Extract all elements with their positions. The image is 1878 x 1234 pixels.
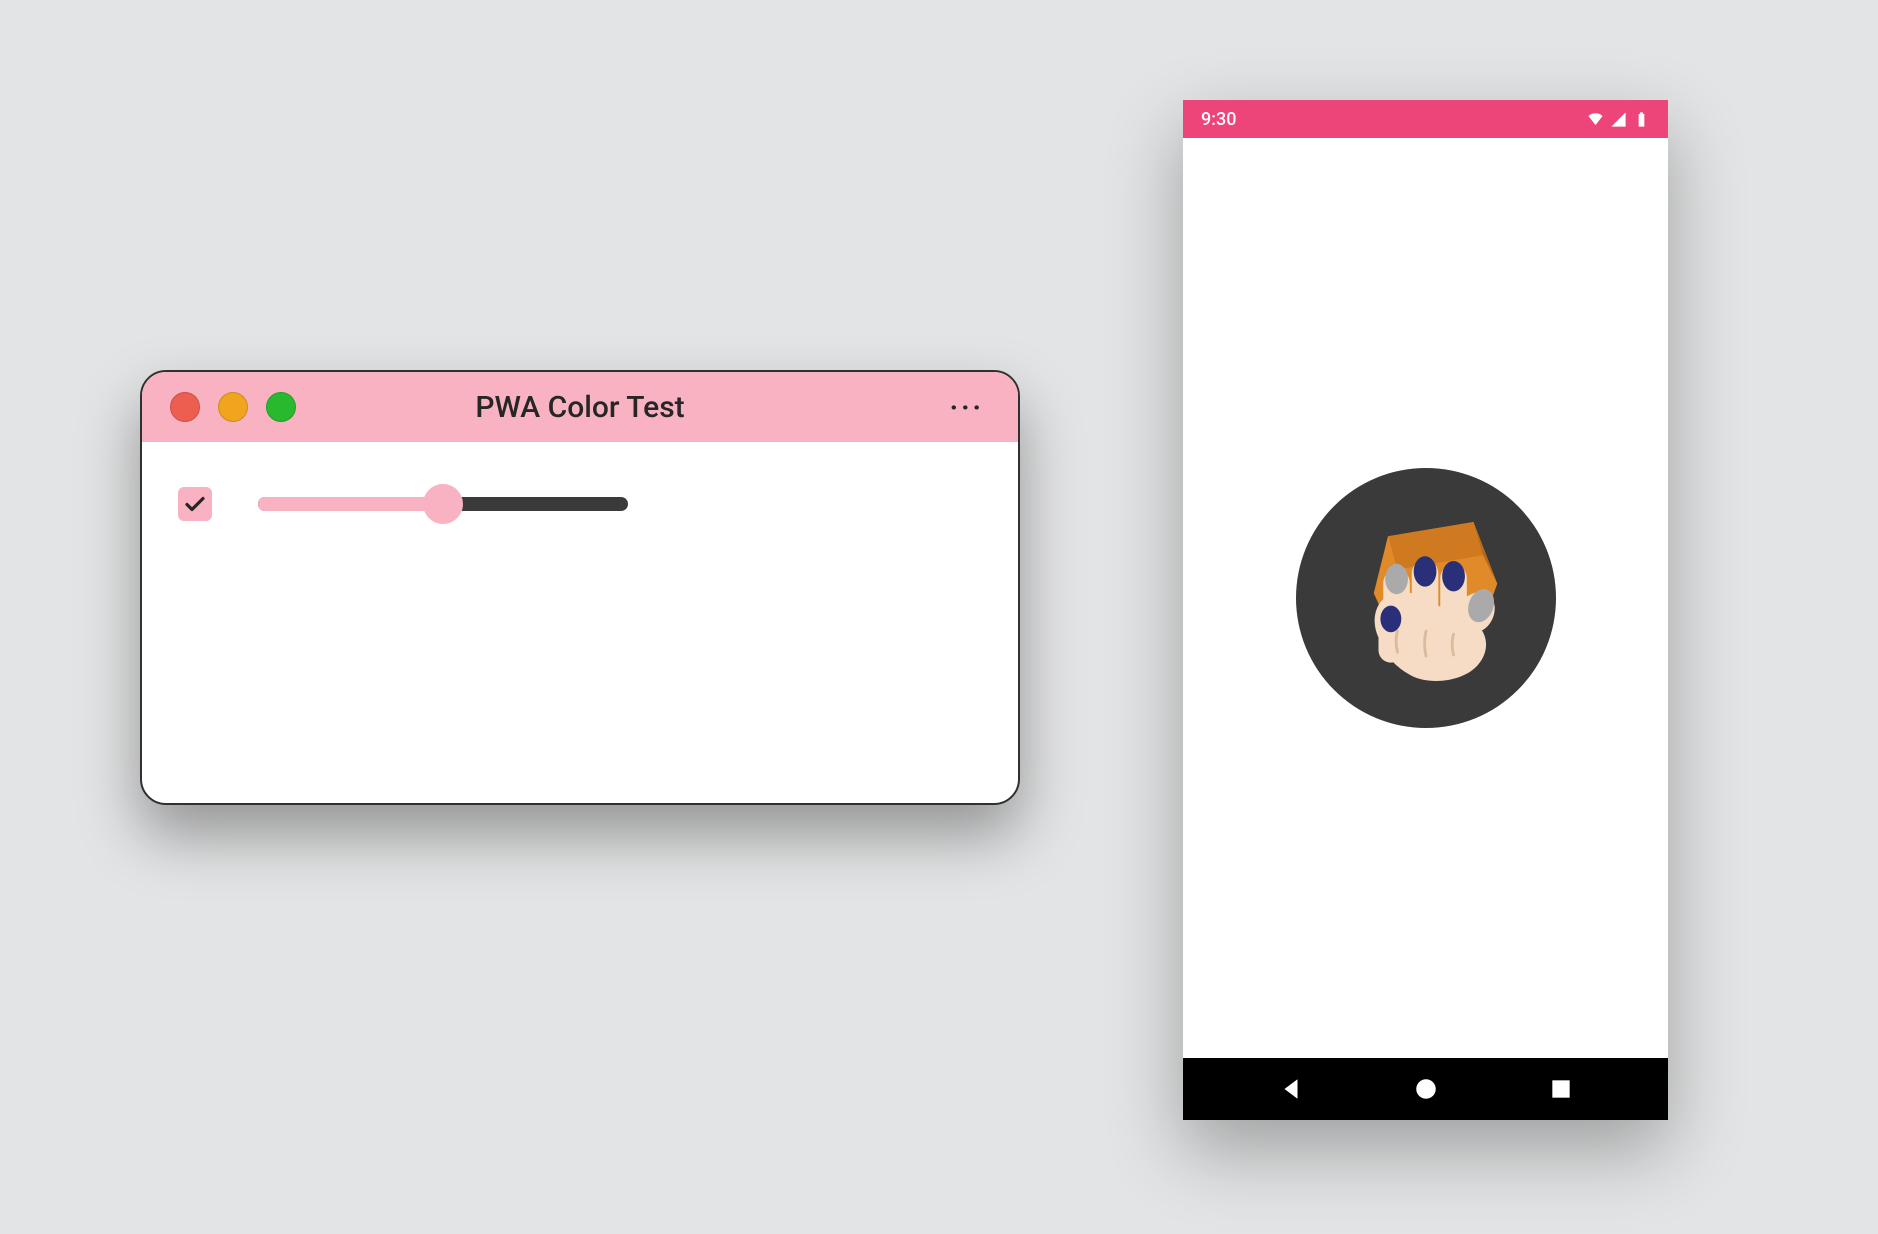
nav-recents-icon[interactable] [1548,1076,1574,1102]
phone-splash-body [1183,138,1668,1058]
window-body [142,442,1018,566]
nav-home-icon[interactable] [1413,1076,1439,1102]
battery-icon [1633,111,1650,128]
android-phone-frame: 9:30 [1183,100,1668,1120]
app-crush-icon [1331,503,1521,693]
slider-thumb[interactable] [423,484,463,524]
app-icon-disc [1296,468,1556,728]
phone-statusbar: 9:30 [1183,100,1668,138]
phone-navbar [1183,1058,1668,1120]
cell-signal-icon [1610,111,1627,128]
traffic-lights [170,392,296,422]
wifi-icon [1587,111,1604,128]
status-time: 9:30 [1201,109,1236,130]
status-icons [1587,111,1650,128]
close-icon[interactable] [170,392,200,422]
window-title: PWA Color Test [475,390,684,425]
window-menu-button[interactable]: ··· [950,391,984,424]
slider-fill [258,497,443,511]
window-titlebar: PWA Color Test ··· [142,372,1018,442]
desktop-pwa-window: PWA Color Test ··· [140,370,1020,805]
nav-back-icon[interactable] [1278,1076,1304,1102]
accent-checkbox[interactable] [178,487,212,521]
zoom-icon[interactable] [266,392,296,422]
accent-slider[interactable] [258,484,628,524]
check-icon [183,492,207,516]
minimize-icon[interactable] [218,392,248,422]
